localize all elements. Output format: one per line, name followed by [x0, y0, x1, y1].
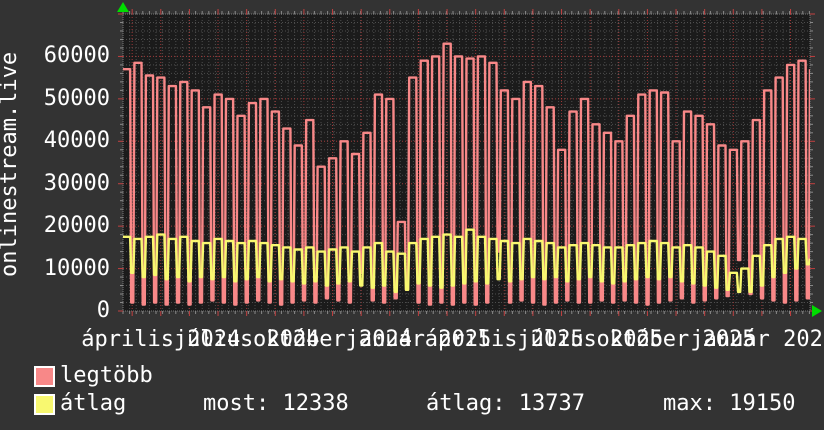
- stat-atlag: átlag: 13737: [426, 393, 585, 415]
- stat-most: most: 12338: [203, 393, 349, 415]
- legend-swatch-atlag: [34, 394, 55, 415]
- stat-max-label: max:: [663, 391, 716, 416]
- stat-atlag-label: átlag:: [426, 391, 506, 416]
- stat-most-value: 12338: [282, 391, 349, 416]
- legend-swatch-legtobb: [34, 366, 55, 387]
- legend-label-legtobb: legtöbb: [60, 363, 153, 388]
- stat-atlag-value: 13737: [518, 391, 585, 416]
- stat-most-label: most:: [203, 391, 270, 416]
- graph-image: onlinestream.live 0 10000 20000 30000 40000 5…: [0, 0, 824, 430]
- x-tick-label: január 2026: [690, 327, 824, 352]
- legend-label-atlag: átlag: [60, 391, 127, 416]
- stat-max-value: 19150: [729, 391, 796, 416]
- stat-max: max: 19150: [663, 393, 795, 415]
